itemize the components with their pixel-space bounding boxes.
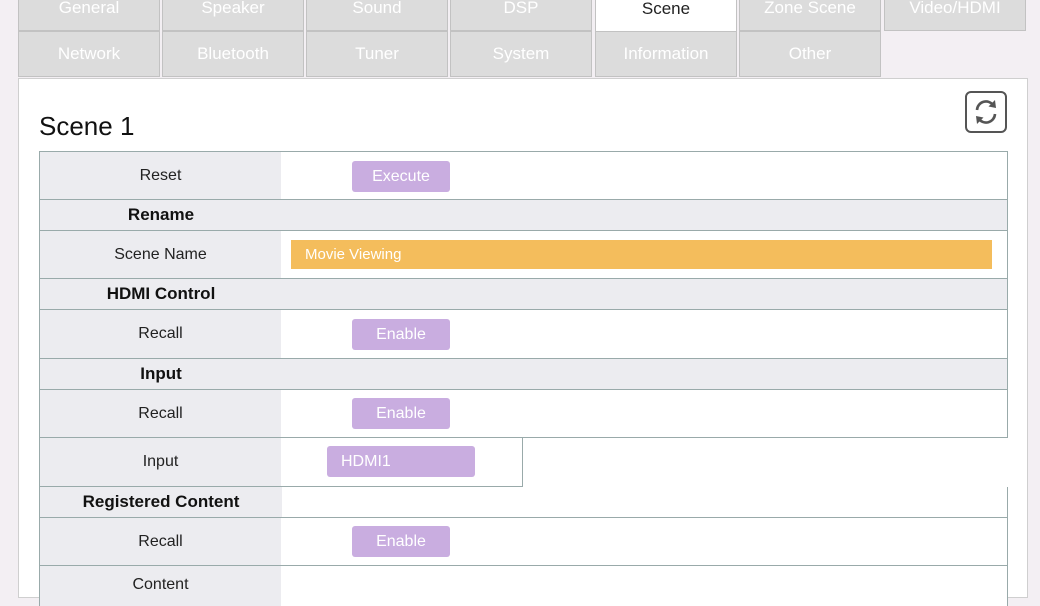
reset-row: Reset Execute (39, 151, 1008, 200)
tab-video-hdmi[interactable]: Video/HDMI (884, 0, 1026, 31)
reset-label: Reset (39, 152, 281, 200)
tab-information[interactable]: Information (595, 31, 737, 77)
scene-name-input[interactable]: Movie Viewing (291, 240, 992, 269)
hdmi-control-section-header: HDMI Control (39, 279, 1008, 310)
content-row: Content (39, 566, 1008, 606)
input-recall-row: Recall Enable (39, 390, 1008, 438)
hdmi-recall-enable-button[interactable]: Enable (352, 319, 450, 350)
input-row: Input HDMI1 (39, 438, 1008, 487)
input-recall-enable-button[interactable]: Enable (352, 398, 450, 429)
tab-network[interactable]: Network (18, 31, 160, 77)
scene-panel: Scene 1 Reset Execute Rename Scene Name … (18, 78, 1028, 606)
tab-speaker[interactable]: Speaker (162, 0, 304, 31)
registered-recall-row: Recall Enable (39, 518, 1008, 566)
tab-tuner[interactable]: Tuner (306, 31, 448, 77)
tab-scene[interactable]: Scene (595, 0, 737, 31)
input-select[interactable]: HDMI1 (327, 446, 475, 477)
hdmi-recall-row: Recall Enable (39, 310, 1008, 359)
tab-general[interactable]: General (18, 0, 160, 31)
tab-dsp[interactable]: DSP (450, 0, 592, 31)
tab-sound[interactable]: Sound (306, 0, 448, 31)
tab-system[interactable]: System (450, 31, 592, 77)
scene-name-label: Scene Name (39, 231, 281, 279)
refresh-icon (975, 100, 997, 124)
scene-name-row: Scene Name Movie Viewing (39, 231, 1008, 279)
input-label: Input (39, 438, 281, 487)
registered-content-section-header: Registered Content (39, 487, 1008, 518)
refresh-button[interactable] (965, 91, 1007, 133)
tab-bluetooth[interactable]: Bluetooth (162, 31, 304, 77)
tab-bar: General Speaker Sound DSP Scene Zone Sce… (18, 0, 1028, 78)
hdmi-recall-label: Recall (39, 310, 281, 359)
rename-section-header: Rename (39, 200, 1008, 231)
page-title: Scene 1 (39, 111, 135, 141)
input-recall-label: Recall (39, 390, 281, 438)
content-label: Content (39, 566, 281, 606)
registered-recall-label: Recall (39, 518, 281, 566)
tab-other[interactable]: Other (739, 31, 881, 77)
input-section-header: Input (39, 359, 1008, 390)
registered-recall-enable-button[interactable]: Enable (352, 526, 450, 557)
tab-zone-scene[interactable]: Zone Scene (739, 0, 881, 31)
execute-button[interactable]: Execute (352, 161, 450, 192)
